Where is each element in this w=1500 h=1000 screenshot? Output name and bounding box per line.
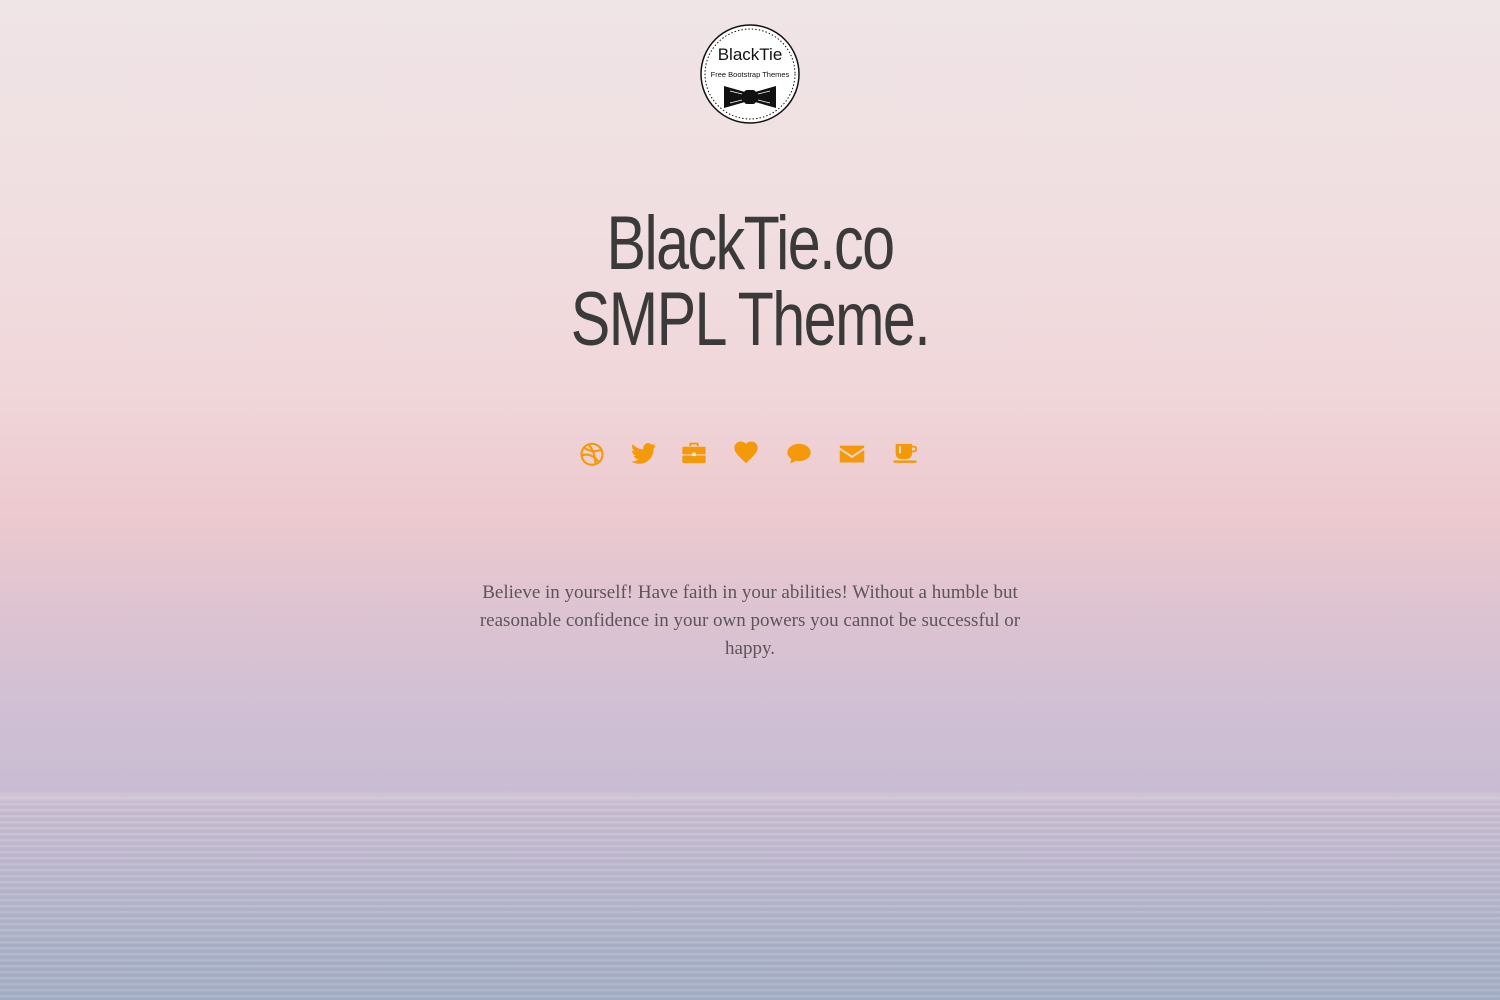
- logo-badge: BlackTie Free Bootstrap Themes: [700, 24, 800, 124]
- twitter-icon[interactable]: [629, 438, 657, 466]
- dribbble-icon[interactable]: [578, 438, 606, 466]
- title-line-1: BlackTie.co: [606, 201, 895, 286]
- coffee-icon[interactable]: [891, 438, 919, 466]
- logo-subtitle: Free Bootstrap Themes: [711, 70, 790, 79]
- briefcase-icon[interactable]: [680, 438, 708, 466]
- envelope-icon[interactable]: [838, 438, 866, 466]
- horizon-haze: [0, 790, 1500, 804]
- title-line-2: SMPL Theme.: [570, 277, 931, 362]
- comment-icon[interactable]: [785, 438, 813, 466]
- inspirational-quote: Believe in yourself! Have faith in your …: [479, 582, 1021, 659]
- page-title: BlackTie.co SMPL Theme.: [165, 206, 1335, 358]
- logo-title: BlackTie: [718, 45, 783, 64]
- blacktie-logo[interactable]: BlackTie Free Bootstrap Themes: [700, 24, 800, 124]
- social-icons: [0, 438, 1500, 470]
- sea-background: [0, 797, 1500, 1000]
- heart-icon[interactable]: [732, 438, 760, 466]
